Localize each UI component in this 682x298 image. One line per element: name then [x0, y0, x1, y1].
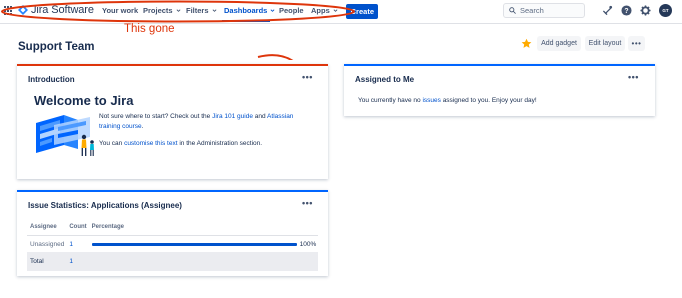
- more-icon: •••: [631, 39, 642, 48]
- assigned-to-me-gadget: Assigned to Me ••• You currently have no…: [344, 64, 655, 116]
- nav-your-work[interactable]: Your work: [102, 6, 138, 15]
- gadget-more-button[interactable]: •••: [628, 72, 639, 82]
- chevron-down-icon: [270, 9, 275, 12]
- assigned-text-segment: You currently have no: [358, 97, 423, 104]
- intro-text-segment: .: [141, 122, 144, 130]
- gadget-title: Assigned to Me: [355, 75, 415, 84]
- total-label: Total: [27, 252, 67, 271]
- gadget-title: Issue Statistics: Applications (Assignee…: [28, 201, 182, 210]
- assigned-message: You currently have no issues assigned to…: [358, 97, 537, 104]
- introduction-gadget: Introduction ••• Welcome to Jira Not sur…: [17, 64, 328, 179]
- issue-statistics-gadget: Issue Statistics: Applications (Assignee…: [17, 190, 328, 276]
- jira-101-guide-link[interactable]: Jira 101 guide: [212, 113, 253, 120]
- nav-people[interactable]: People: [279, 6, 304, 15]
- create-button-label: Create: [350, 7, 374, 16]
- count-cell: 1: [66, 236, 88, 253]
- issues-link[interactable]: issues: [422, 97, 440, 104]
- top-navigation: Jira Software Your work Projects Filters…: [0, 0, 682, 24]
- nav-apps[interactable]: Apps: [311, 6, 338, 15]
- customise-text-link[interactable]: customise this text: [124, 140, 177, 147]
- percentage-bar-wrap: 100%: [91, 241, 317, 248]
- nav-filters[interactable]: Filters: [186, 6, 217, 15]
- intro-text-segment: and: [252, 113, 268, 120]
- percentage-label: 100%: [299, 241, 317, 248]
- count-link[interactable]: 1: [69, 241, 73, 248]
- chevron-down-icon: [212, 9, 216, 12]
- annotation-text: This gone: [124, 23, 175, 35]
- search-box[interactable]: [503, 3, 585, 18]
- intro-paragraph-1: Not sure where to start? Check out the J…: [99, 112, 309, 131]
- notifications-icon[interactable]: [602, 5, 613, 16]
- intro-text-segment: Not sure where to start? Check out the: [99, 113, 213, 120]
- chevron-down-icon: [333, 9, 338, 12]
- intro-text: Not sure where to start? Check out the J…: [99, 112, 309, 157]
- nav-dashboards-label: Dashboards: [224, 6, 268, 15]
- nav-projects-label: Projects: [143, 6, 173, 15]
- settings-gear-icon[interactable]: [640, 5, 651, 16]
- total-count-link[interactable]: 1: [69, 258, 73, 265]
- active-tab-indicator: [222, 20, 270, 22]
- total-empty-cell: [88, 252, 319, 271]
- help-icon[interactable]: ?: [621, 5, 632, 16]
- nav-your-work-label: Your work: [102, 6, 139, 15]
- user-avatar[interactable]: GT: [659, 4, 672, 17]
- welcome-illustration: [36, 115, 94, 156]
- table-row: Unassigned 1 100%: [27, 236, 318, 253]
- assignee-cell: Unassigned: [30, 241, 65, 248]
- logo-text: Jira Software: [31, 4, 94, 16]
- nav-apps-label: Apps: [311, 6, 330, 15]
- intro-text-segment: in the Administration section.: [177, 140, 263, 147]
- percentage-cell: 100%: [89, 236, 319, 253]
- total-count-cell: 1: [66, 252, 89, 271]
- gadget-more-button[interactable]: •••: [302, 72, 313, 82]
- chevron-down-icon: [176, 9, 181, 12]
- assigned-text-segment: assigned to you. Enjoy your day!: [440, 97, 537, 104]
- jira-logo-icon: [18, 5, 28, 15]
- star-icon[interactable]: [521, 38, 532, 49]
- create-button[interactable]: Create: [346, 4, 378, 19]
- edit-layout-label: Edit layout: [588, 40, 622, 47]
- svg-text:?: ?: [624, 8, 628, 15]
- edit-layout-button[interactable]: Edit layout: [585, 36, 625, 51]
- add-gadget-button[interactable]: Add gadget: [537, 36, 581, 51]
- column-header-percentage[interactable]: Percentage: [88, 224, 319, 236]
- jira-logo[interactable]: Jira Software: [18, 4, 94, 16]
- column-header-count[interactable]: Count: [66, 224, 89, 236]
- gadget-title: Introduction: [28, 75, 75, 84]
- welcome-heading: Welcome to Jira: [34, 93, 134, 108]
- page-title: Support Team: [18, 41, 95, 53]
- add-gadget-label: Add gadget: [541, 40, 577, 47]
- column-header-assignee[interactable]: Assignee: [27, 224, 67, 236]
- search-input[interactable]: [520, 6, 580, 15]
- page-more-button[interactable]: •••: [628, 36, 645, 51]
- total-row: Total 1: [27, 252, 319, 271]
- gadget-more-button[interactable]: •••: [302, 198, 313, 208]
- nav-filters-label: Filters: [186, 6, 209, 15]
- intro-text-segment: You can: [99, 140, 125, 147]
- percentage-bar: [91, 243, 297, 246]
- nav-people-label: People: [279, 6, 304, 15]
- stats-table: Assignee Count Percentage Unassigned 1 1…: [27, 224, 319, 271]
- app-switcher-icon[interactable]: [4, 6, 14, 16]
- nav-projects[interactable]: Projects: [143, 6, 181, 15]
- intro-paragraph-2: You can customise this text in the Admin…: [99, 139, 309, 149]
- search-icon: [509, 7, 516, 14]
- table-header-row: Assignee Count Percentage: [27, 224, 319, 236]
- nav-dashboards[interactable]: Dashboards: [224, 6, 275, 15]
